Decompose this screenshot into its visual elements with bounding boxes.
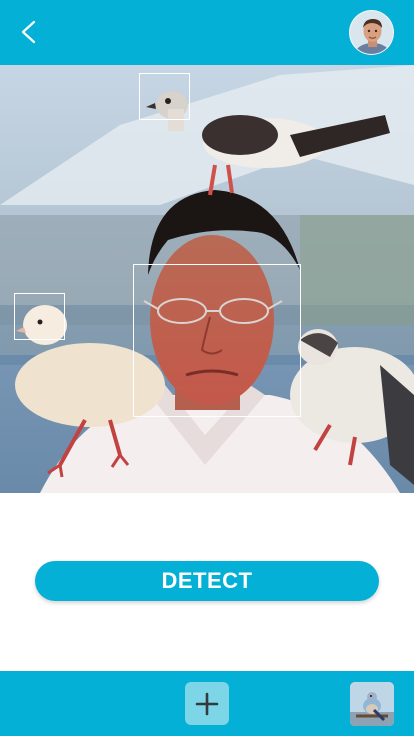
bird-detection-box-left[interactable] [14,293,65,340]
gallery-thumbnail-button[interactable] [350,682,394,726]
bottom-toolbar [0,671,414,736]
bird-detection-box-top[interactable] [139,73,190,120]
detect-button-label: DETECT [161,568,253,593]
plus-icon [195,692,219,715]
face-detection-box[interactable] [133,264,301,417]
avatar-portrait-image [350,11,393,54]
back-button[interactable] [10,14,46,50]
top-app-bar [0,0,414,65]
detection-photo [0,65,414,493]
chevron-left-icon [21,20,36,44]
user-avatar[interactable] [349,10,394,55]
bird-thumbnail-icon [350,682,394,726]
detect-button[interactable]: DETECT [35,561,379,601]
add-photo-button[interactable] [185,682,229,725]
